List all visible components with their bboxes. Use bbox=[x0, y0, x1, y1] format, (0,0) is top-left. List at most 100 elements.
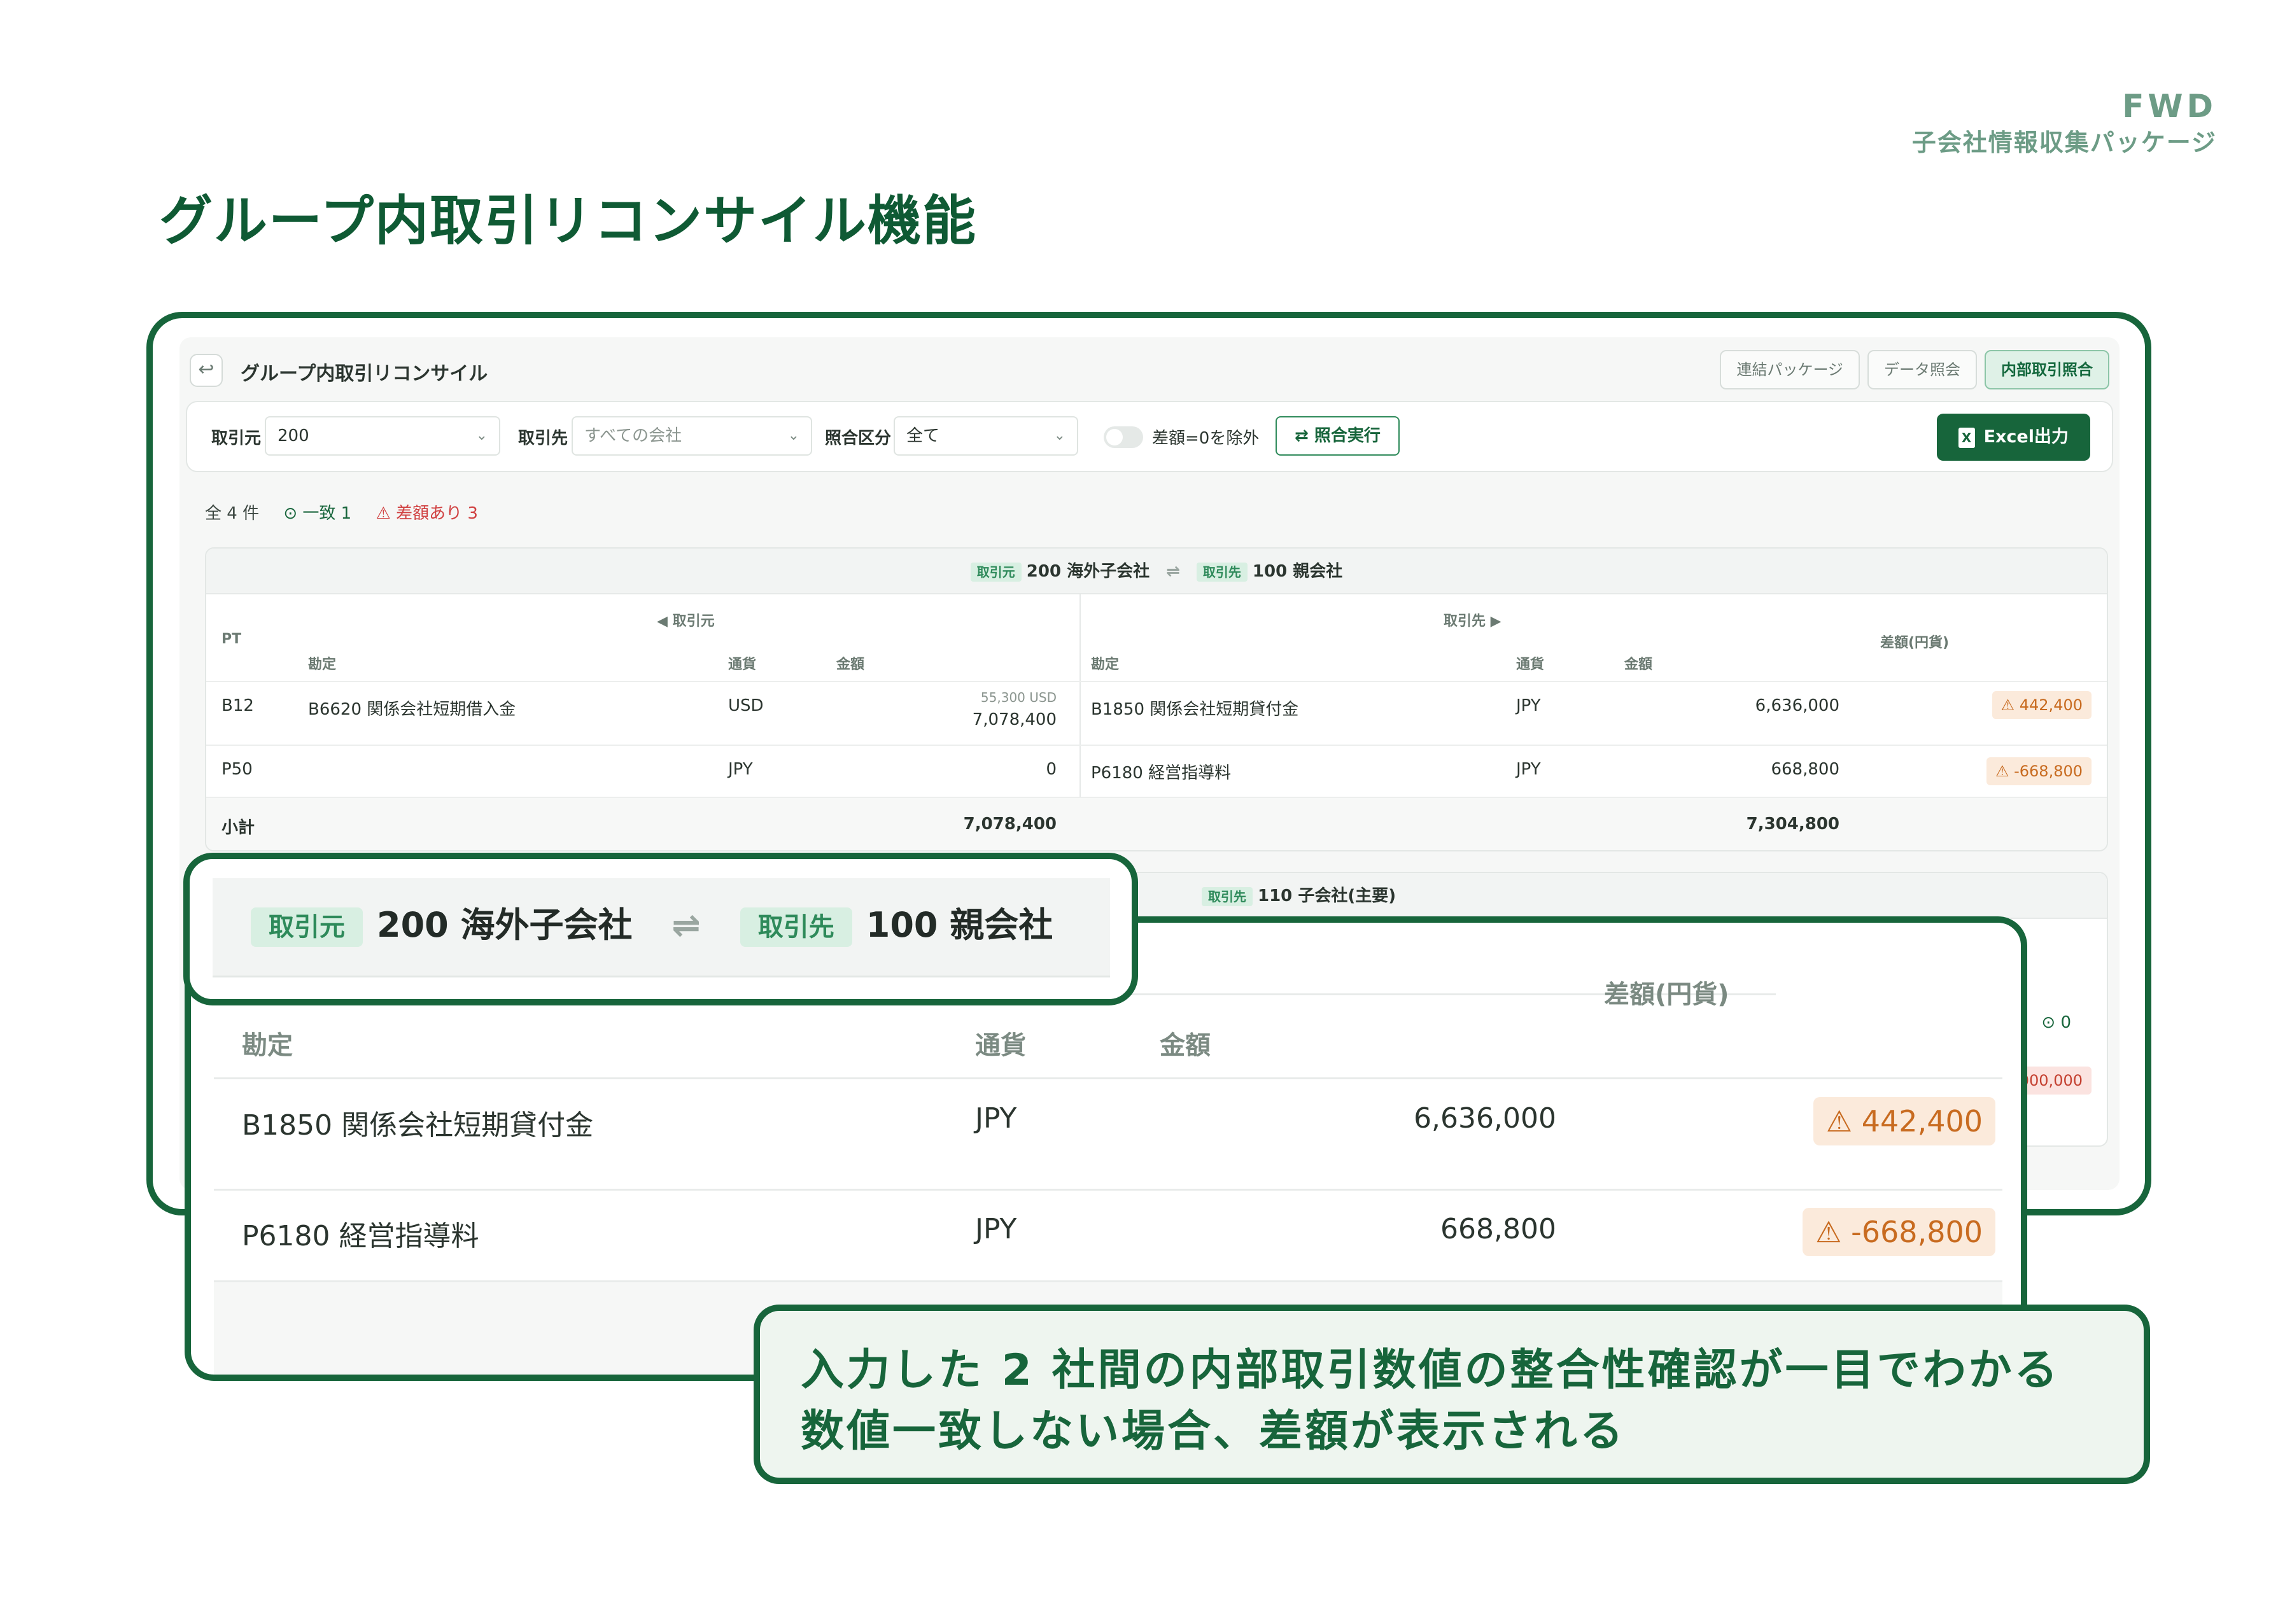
counterparty-select[interactable]: すべての会社 ⌄ bbox=[572, 416, 812, 456]
zoom-account: P6180 経営指導料 bbox=[242, 1220, 479, 1252]
warning-icon: ⚠ bbox=[2000, 696, 2020, 714]
zoom-account: B1850 関係会社短期貸付金 bbox=[242, 1109, 594, 1142]
exclude-zero-toggle[interactable] bbox=[1104, 426, 1143, 448]
counterparty-currency: JPY bbox=[1516, 696, 1541, 715]
match-indicator: ⊙ 0 bbox=[2041, 1013, 2071, 1032]
diff-header: 差額(円貨) bbox=[1604, 980, 1729, 1009]
zoom-currency: JPY bbox=[975, 1213, 1017, 1245]
counterparty-label: 取引先 bbox=[518, 429, 568, 448]
swap-icon: ⇌ bbox=[671, 905, 701, 945]
table-row[interactable]: P50 JPY 0 P6180 経営指導料 JPY 668,800 ⚠ -668… bbox=[206, 746, 2107, 798]
amount-header: 金額 bbox=[836, 657, 865, 673]
zoom-amount: 668,800 bbox=[1440, 1213, 1556, 1245]
category-select[interactable]: 全て ⌄ bbox=[894, 416, 1078, 456]
source-side-label: ◀ 取引元 bbox=[657, 613, 715, 629]
run-reconcile-button[interactable]: ⇄ 照合実行 bbox=[1276, 416, 1400, 456]
match-count: ⊙ 一致 1 bbox=[283, 504, 351, 523]
excel-export-button[interactable]: X Excel出力 bbox=[1936, 414, 2090, 461]
check-circle-icon: ⊙ bbox=[2041, 1013, 2061, 1032]
source-tag: 取引元 bbox=[251, 907, 363, 948]
pt-header: PT bbox=[221, 631, 242, 647]
diff-value: 442,400 bbox=[2019, 696, 2083, 714]
source-company: 200 海外子会社 bbox=[377, 905, 633, 945]
zoom-diff-value: -668,800 bbox=[1851, 1215, 1983, 1249]
subtotal-label: 小計 bbox=[221, 818, 255, 837]
exclude-zero-label: 差額=0を除外 bbox=[1152, 429, 1260, 448]
chevron-down-icon: ⌄ bbox=[1053, 428, 1065, 444]
currency-header-2: 通貨 bbox=[1516, 657, 1545, 673]
counterparty-tag: 取引先 bbox=[1202, 886, 1253, 906]
counterparty-account: P6180 経営指導料 bbox=[1091, 764, 1232, 783]
counterparty-account: B1850 関係会社短期貸付金 bbox=[1091, 700, 1299, 719]
subtotal-source: 7,078,400 bbox=[963, 815, 1057, 834]
excel-export-label: Excel出力 bbox=[1983, 427, 2069, 447]
result-summary: 全 4 件 ⊙ 一致 1 ⚠ 差額あり 3 bbox=[205, 500, 478, 524]
app-topbar: ↩ グループ内取引リコンサイル 連結パッケージ データ照会 内部取引照合 bbox=[190, 350, 2109, 389]
table-divider bbox=[214, 1189, 2002, 1191]
diff-count: ⚠ 差額あり 3 bbox=[376, 504, 477, 523]
back-arrow-icon[interactable]: ↩ bbox=[190, 354, 223, 387]
nav-tabs: 連結パッケージ データ照会 内部取引照合 bbox=[1720, 350, 2109, 389]
diff-value: -668,800 bbox=[2014, 762, 2083, 780]
warning-icon: ⚠ bbox=[1995, 762, 2014, 780]
table-row[interactable]: B12 B6620 関係会社短期借入金 USD 55,300 USD 7,078… bbox=[206, 681, 2107, 746]
excel-icon: X bbox=[1958, 427, 1975, 448]
counterparty-side-label: 取引先 ▶ bbox=[1444, 613, 1501, 629]
account-header: 勘定 bbox=[308, 657, 337, 673]
account-header: 勘定 bbox=[242, 1031, 293, 1060]
zoom-diff-badge: ⚠ -668,800 bbox=[1803, 1208, 1995, 1256]
swap-icon: ⇄ bbox=[1295, 426, 1314, 445]
subtotal-counterparty: 7,304,800 bbox=[1746, 815, 1839, 834]
zoom-header-panel: 取引元 200 海外子会社 ⇌ 取引先 100 親会社 bbox=[183, 853, 1138, 1005]
filter-bar: 取引元 200 ⌄ 取引先 すべての会社 ⌄ 照合区分 全て ⌄ 差額=0を除外… bbox=[186, 401, 2113, 472]
chevron-down-icon: ⌄ bbox=[475, 428, 488, 444]
amount-header: 金額 bbox=[1160, 1031, 1211, 1060]
account-header-2: 勘定 bbox=[1091, 657, 1120, 673]
source-account: B6620 関係会社短期借入金 bbox=[308, 700, 516, 719]
tab-intercompany-reconcile[interactable]: 内部取引照合 bbox=[1985, 350, 2109, 389]
source-company: 200 海外子会社 bbox=[1026, 562, 1150, 581]
match-indicator-value: 0 bbox=[2060, 1013, 2071, 1032]
category-select-value: 全て bbox=[906, 426, 940, 445]
total-count: 全 4 件 bbox=[205, 504, 260, 523]
warning-icon: ⚠ bbox=[1815, 1215, 1852, 1249]
check-circle-icon: ⊙ bbox=[283, 504, 303, 523]
group-1-header: 取引元 200 海外子会社 ⇌ 取引先 100 親会社 bbox=[206, 549, 2107, 594]
diff-count-label: 差額あり 3 bbox=[396, 504, 478, 523]
zoom-diff-badge: ⚠ 442,400 bbox=[1813, 1097, 1995, 1145]
chevron-down-icon: ⌄ bbox=[787, 428, 799, 444]
run-reconcile-label: 照合実行 bbox=[1314, 426, 1381, 445]
source-amount: 0 bbox=[1046, 760, 1057, 779]
zoom-header-band: 取引元 200 海外子会社 ⇌ 取引先 100 親会社 bbox=[213, 878, 1110, 977]
warning-icon: ⚠ bbox=[376, 504, 397, 523]
pt-cell: B12 bbox=[221, 696, 254, 715]
table-divider bbox=[214, 1077, 2002, 1079]
currency-header: 通貨 bbox=[728, 657, 757, 673]
source-tag: 取引元 bbox=[970, 562, 1022, 582]
app-title: グループ内取引リコンサイル bbox=[241, 363, 488, 385]
tab-data-inquiry[interactable]: データ照会 bbox=[1867, 350, 1977, 389]
source-currency: JPY bbox=[728, 760, 753, 779]
counterparty-amount: 668,800 bbox=[1771, 760, 1839, 779]
subtotal-row: 小計 7,078,400 7,304,800 bbox=[206, 798, 2107, 850]
source-select[interactable]: 200 ⌄ bbox=[265, 416, 500, 456]
counterparty-currency: JPY bbox=[1516, 760, 1541, 779]
pt-cell: P50 bbox=[221, 760, 253, 779]
tab-consolidation-package[interactable]: 連結パッケージ bbox=[1720, 350, 1860, 389]
callout-line-1: 入力した 2 社間の内部取引数値の整合性確認が一目でわかる bbox=[801, 1345, 2060, 1396]
brand-block: FWD 子会社情報収集パッケージ bbox=[1912, 87, 2217, 159]
source-label: 取引元 bbox=[211, 429, 262, 448]
counterparty-tag: 取引先 bbox=[740, 907, 852, 948]
counterparty-company: 110 子会社(主要) bbox=[1258, 886, 1396, 906]
currency-header: 通貨 bbox=[975, 1031, 1026, 1060]
callout-line-2: 数値一致しない場合、差額が表示される bbox=[801, 1406, 1626, 1457]
category-label: 照合区分 bbox=[825, 429, 892, 448]
source-currency: USD bbox=[728, 696, 764, 715]
counterparty-company: 100 親会社 bbox=[1252, 562, 1343, 581]
warning-icon: ⚠ bbox=[1825, 1104, 1862, 1138]
zoom-header-content: 取引元 200 海外子会社 ⇌ 取引先 100 親会社 bbox=[251, 900, 1053, 951]
source-select-value: 200 bbox=[278, 426, 309, 445]
zoom-currency: JPY bbox=[975, 1102, 1017, 1135]
brand-subtitle: 子会社情報収集パッケージ bbox=[1911, 129, 2217, 157]
diff-header: 差額(円貨) bbox=[1880, 635, 1950, 651]
